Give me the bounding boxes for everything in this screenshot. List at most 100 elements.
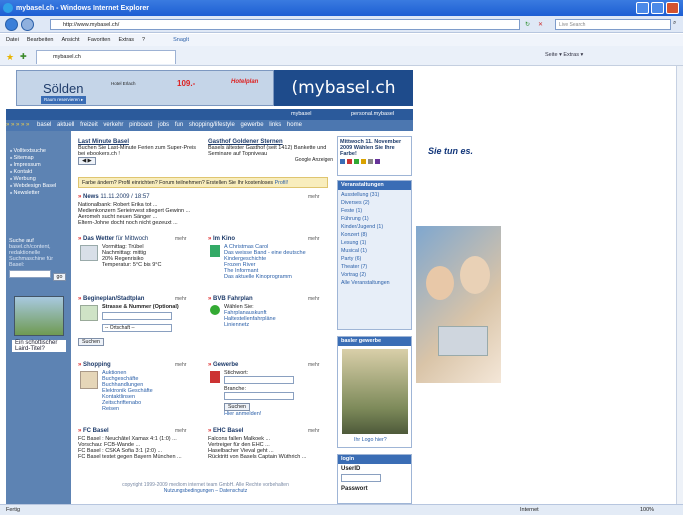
list-item[interactable]: Diverses (2) xyxy=(341,199,408,207)
tab-personal[interactable]: personal.mybasel xyxy=(351,111,394,117)
nav-verkehr[interactable]: verkehr xyxy=(103,122,123,128)
menu-bearbeiten[interactable]: Bearbeiten xyxy=(27,37,54,43)
list-item[interactable]: Theater (7) xyxy=(341,263,408,271)
maximize-button[interactable] xyxy=(651,2,664,14)
stop-icon[interactable]: ✕ xyxy=(538,21,543,28)
search-input[interactable]: Live Search xyxy=(555,19,671,30)
lastminute-box: Last Minute Basel Buchen Sie Last-Minute… xyxy=(78,139,203,165)
go-icon[interactable]: ↻ xyxy=(525,21,530,28)
list-item[interactable]: Rücktritt von Basels Captain Wüthrich ..… xyxy=(208,454,333,460)
cinema-more[interactable]: mehr xyxy=(308,236,319,242)
weather-more[interactable]: mehr xyxy=(175,236,186,242)
map-section: Begineplan/Stadtplan mehr Strasse & Numm… xyxy=(78,296,203,346)
nav-aktuell[interactable]: aktuell xyxy=(57,122,74,128)
sidebar-item-werbung[interactable]: Werbung xyxy=(6,176,71,183)
nav-links[interactable]: links xyxy=(269,122,281,128)
hint-profile-link[interactable]: Profil! xyxy=(275,180,289,186)
back-button[interactable] xyxy=(5,18,18,31)
nav-home[interactable]: home xyxy=(287,122,302,128)
list-item[interactable]: Vortrag (2) xyxy=(341,271,408,279)
minimize-button[interactable] xyxy=(636,2,649,14)
fcbasel-more[interactable]: mehr xyxy=(175,428,186,434)
menu-help[interactable]: ? xyxy=(142,37,145,43)
favorites-star-icon[interactable]: ★ xyxy=(6,52,14,63)
vertical-scrollbar[interactable] xyxy=(676,66,683,504)
add-favorite-icon[interactable]: ✚ xyxy=(20,52,27,61)
list-item[interactable]: Das weisse Band - eine deutsche Kinderge… xyxy=(224,250,333,262)
fountain-image[interactable] xyxy=(342,349,408,434)
bvb-section: BVB Fahrplan mehr Wählen Sie: Fahrplanau… xyxy=(208,296,333,328)
list-item[interactable]: Führung (1) xyxy=(341,215,408,223)
list-item[interactable]: Konzert (8) xyxy=(341,231,408,239)
skyscraper-ad[interactable]: Sie tun es. xyxy=(416,66,501,383)
business-more[interactable]: mehr xyxy=(308,362,319,368)
nav-basel[interactable]: basel xyxy=(37,122,51,128)
cinema-program-link[interactable]: Das aktuelle Kinoprogramm xyxy=(224,274,333,280)
url-text: http://www.mybasel.ch/ xyxy=(63,22,120,28)
bvb-link[interactable]: Liniennetz xyxy=(224,322,333,328)
tab-mybasel[interactable]: mybasel.ch xyxy=(36,50,176,64)
nav-pinboard[interactable]: pinboard xyxy=(129,122,152,128)
menu-favoriten[interactable]: Favoriten xyxy=(88,37,111,43)
map-more[interactable]: mehr xyxy=(175,296,186,302)
color-swatches[interactable] xyxy=(338,159,411,164)
list-item[interactable]: Party (6) xyxy=(341,255,408,263)
terms-link[interactable]: Nutzungsbedingungen – Datenschutz xyxy=(78,488,333,494)
castle-image[interactable] xyxy=(14,296,64,336)
site-logo[interactable]: (mybasel.ch xyxy=(274,70,413,106)
sidebar-item-sitemap[interactable]: Sitemap xyxy=(6,155,71,162)
shopping-more[interactable]: mehr xyxy=(175,362,186,368)
street-input[interactable] xyxy=(102,312,172,320)
news-more[interactable]: mehr xyxy=(308,194,319,200)
sidebar-item-newsletter[interactable]: Newsletter xyxy=(6,190,71,197)
list-item[interactable]: Musical (1) xyxy=(341,247,408,255)
all-events-link[interactable]: Alle Veranstaltungen xyxy=(341,279,408,287)
toolbar-tools[interactable]: Seite ▾ Extras ▾ xyxy=(545,52,583,58)
nav-freizeit[interactable]: freizeit xyxy=(80,122,98,128)
userid-input[interactable] xyxy=(341,474,381,482)
list-item[interactable]: Reisen xyxy=(102,406,203,412)
menu-datei[interactable]: Datei xyxy=(6,37,19,43)
logo-here-link[interactable]: Ihr Logo hier? xyxy=(354,437,387,443)
menu-ansicht[interactable]: Ansicht xyxy=(61,37,79,43)
list-item[interactable]: Eltern-Johne docht noch nicht gezeuxt ..… xyxy=(78,220,333,226)
close-button[interactable] xyxy=(666,2,679,14)
tab-mybasel-site[interactable]: mybasel xyxy=(291,111,311,117)
sidebar-caption[interactable]: Ein schottischer Laird-Titel? xyxy=(12,340,66,352)
sidebar-item-kontakt[interactable]: Kontakt xyxy=(6,169,71,176)
branch-select[interactable] xyxy=(224,392,294,400)
list-item[interactable]: Ausstellung (31) xyxy=(341,191,408,199)
menu-extras[interactable]: Extras xyxy=(118,37,134,43)
site-search-input[interactable] xyxy=(9,270,51,278)
sidebar-item-volltextsuche[interactable]: Volltextsuche xyxy=(6,148,71,155)
business-register-link[interactable]: Hier anmelden! xyxy=(224,411,333,417)
sidebar-item-impressum[interactable]: Impressum xyxy=(6,162,71,169)
list-item[interactable]: Feste (1) xyxy=(341,207,408,215)
business-search-button[interactable]: Suchen xyxy=(224,403,250,411)
google-ads-label[interactable]: Google Anzeigen xyxy=(208,157,333,163)
site-search-go[interactable]: go xyxy=(52,273,67,281)
forward-button[interactable] xyxy=(21,18,34,31)
town-select[interactable]: -- Ortschaft -- xyxy=(102,324,172,332)
list-item[interactable]: FC Basel testet gegen Bayern München ... xyxy=(78,454,203,460)
search-icon[interactable]: ⌕ xyxy=(673,20,676,27)
keyword-input[interactable] xyxy=(224,376,294,384)
nav-shopping[interactable]: shopping/lifestyle xyxy=(189,122,235,128)
list-item[interactable]: Kinder/Jugend (1) xyxy=(341,223,408,231)
url-field[interactable]: http://www.mybasel.ch/ xyxy=(50,19,520,30)
nav-gewerbe[interactable]: gewerbe xyxy=(241,122,264,128)
prev-next-arrows[interactable]: ◀ ▶ xyxy=(78,157,96,165)
list-item[interactable]: Lesung (1) xyxy=(341,239,408,247)
ad-banner[interactable]: Sölden Hotel Erlach 109.- Hotelplan Raum… xyxy=(16,70,274,106)
nav-jobs[interactable]: jobs xyxy=(158,122,169,128)
shopping-section: Shopping mehr Auktionen Buchgeschäfte Bu… xyxy=(78,362,203,412)
weather-section: Das Wetter für Mittwoch mehr Vormittag: … xyxy=(78,236,203,268)
sidebar-item-webdesign[interactable]: Webdesign Basel xyxy=(6,183,71,190)
nav-fun[interactable]: fun xyxy=(175,122,183,128)
zoom-level[interactable]: 100% xyxy=(640,507,654,513)
snagit-button[interactable]: SnagIt xyxy=(173,37,189,43)
map-search-button[interactable]: Suchen xyxy=(78,338,104,346)
banner-cta[interactable]: Raum reservieren ▸ xyxy=(41,96,87,104)
ehc-more[interactable]: mehr xyxy=(308,428,319,434)
bvb-more[interactable]: mehr xyxy=(308,296,319,302)
